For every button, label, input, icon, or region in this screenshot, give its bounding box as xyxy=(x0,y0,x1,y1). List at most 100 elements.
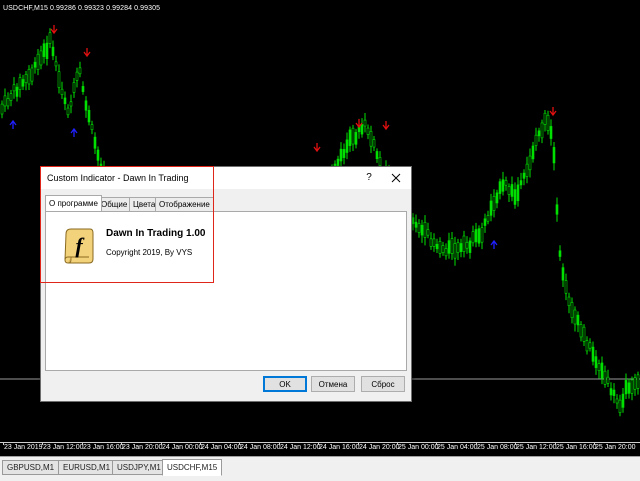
candle xyxy=(63,97,67,105)
candle xyxy=(627,382,631,394)
candle xyxy=(621,393,625,408)
candle xyxy=(69,101,73,107)
candle xyxy=(72,82,76,93)
help-button[interactable]: ? xyxy=(363,172,375,183)
script-f-icon: f xyxy=(64,228,94,264)
symbol-tab-eurusd-m1[interactable]: EURUSD,M1 xyxy=(58,460,116,475)
close-button[interactable] xyxy=(387,169,405,187)
candle xyxy=(51,46,55,57)
sell-arrow-icon xyxy=(382,121,390,131)
candle xyxy=(351,127,355,145)
tab-about[interactable]: О программе xyxy=(45,195,102,211)
candle xyxy=(45,42,49,60)
candle xyxy=(42,43,46,57)
candle xyxy=(18,77,22,90)
candle xyxy=(444,248,448,257)
candle xyxy=(426,229,430,236)
buy-arrow-icon xyxy=(490,239,498,249)
candle xyxy=(516,184,520,202)
candle xyxy=(471,231,475,244)
candle xyxy=(81,86,85,92)
candle xyxy=(594,356,598,368)
candle xyxy=(87,110,91,123)
symbol-quote-header: USDCHF,M15 0.99286 0.99323 0.99284 0.993… xyxy=(3,5,161,12)
candle xyxy=(360,124,364,135)
candle xyxy=(636,374,640,389)
candle xyxy=(6,98,10,107)
about-tab-panel: f Dawn In Trading 1.00 Copyright 2019, B… xyxy=(45,211,407,371)
candle xyxy=(30,67,34,82)
candle xyxy=(453,243,457,259)
candle xyxy=(456,242,460,253)
candle xyxy=(459,243,463,252)
candle xyxy=(477,228,481,244)
candle xyxy=(498,181,502,194)
time-label: 23 Jan 2019 xyxy=(4,444,43,451)
candle xyxy=(423,221,427,238)
candle xyxy=(486,215,490,222)
candle xyxy=(369,131,373,147)
candle xyxy=(33,61,37,68)
candle xyxy=(447,240,451,254)
candle xyxy=(612,389,616,396)
time-label: 25 Jan 04:00 xyxy=(437,444,478,451)
reset-button[interactable]: Сброс xyxy=(361,376,405,392)
time-label: 23 Jan 16:00 xyxy=(83,444,124,451)
candle xyxy=(609,388,613,396)
symbol-tab-usdjpy-m1[interactable]: USDJPY,M1 xyxy=(112,460,166,475)
candle xyxy=(528,155,532,171)
candle xyxy=(564,280,568,294)
candle xyxy=(9,93,13,101)
time-label: 24 Jan 20:00 xyxy=(359,444,400,451)
candle xyxy=(561,267,565,281)
candle xyxy=(441,245,445,253)
candle xyxy=(591,346,595,362)
ok-button[interactable]: OK xyxy=(263,376,307,392)
candle xyxy=(96,149,100,161)
dialog-title-bar[interactable]: Custom Indicator - Dawn In Trading ? xyxy=(41,167,411,189)
tab-display[interactable]: Отображение xyxy=(155,197,214,211)
candle xyxy=(576,314,580,326)
candle xyxy=(375,151,379,159)
cancel-button[interactable]: Отмена xyxy=(311,376,355,392)
candle xyxy=(345,139,349,153)
custom-indicator-dialog: Custom Indicator - Dawn In Trading ? О п… xyxy=(40,166,412,402)
candle xyxy=(462,235,466,252)
candle xyxy=(90,124,94,130)
symbol-tab-usdchf-m15[interactable]: USDCHF,M15 xyxy=(162,459,223,476)
candle xyxy=(27,69,31,85)
candle xyxy=(507,186,511,195)
candle xyxy=(39,50,43,66)
symbol-tab-bar: GBPUSD,M1 EURUSD,M1 USDJPY,M1 USDCHF,M15 xyxy=(0,456,640,481)
symbol-tab-gbpusd-m1[interactable]: GBPUSD,M1 xyxy=(2,460,60,475)
candle xyxy=(21,79,25,87)
candle xyxy=(480,227,484,243)
time-label: 24 Jan 12:00 xyxy=(280,444,321,451)
candle xyxy=(0,103,4,115)
candle xyxy=(60,88,64,95)
sell-arrow-icon xyxy=(83,48,91,58)
candle xyxy=(15,86,19,97)
time-label: 25 Jan 00:00 xyxy=(398,444,439,451)
candle xyxy=(417,223,421,233)
candle xyxy=(378,157,382,167)
candle xyxy=(582,326,586,342)
candle xyxy=(534,134,538,146)
candle xyxy=(522,172,526,179)
candle xyxy=(585,340,589,352)
candle xyxy=(519,180,523,186)
candle xyxy=(363,119,367,127)
tab-common[interactable]: Общие xyxy=(97,197,132,211)
candle xyxy=(468,240,472,253)
sell-arrow-icon xyxy=(549,107,557,117)
candle xyxy=(75,71,79,81)
candle xyxy=(633,377,637,390)
candle xyxy=(366,127,370,135)
time-label: 25 Jan 16:00 xyxy=(556,444,597,451)
candle xyxy=(615,398,619,404)
candle xyxy=(573,309,577,325)
candle xyxy=(600,362,604,379)
candle xyxy=(339,148,343,162)
indicator-name: Dawn In Trading 1.00 xyxy=(106,228,206,239)
candle xyxy=(429,238,433,247)
